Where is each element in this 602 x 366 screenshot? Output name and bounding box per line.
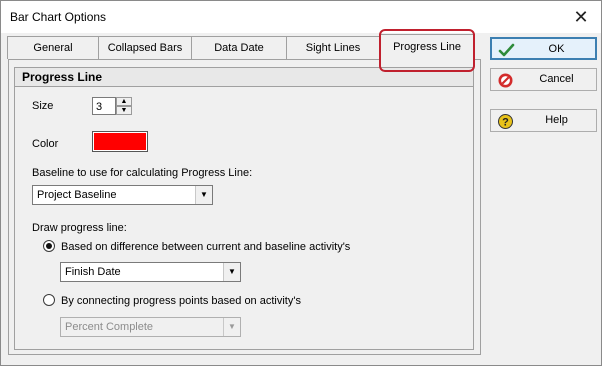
- color-swatch[interactable]: [94, 133, 146, 150]
- close-icon[interactable]: ✕: [569, 5, 593, 29]
- chevron-down-icon[interactable]: ▼: [223, 263, 240, 281]
- svg-text:?: ?: [502, 117, 509, 129]
- title-bar: Bar Chart Options ✕: [1, 1, 601, 33]
- group-box: [14, 86, 474, 350]
- spin-up-icon[interactable]: ▲: [116, 97, 132, 106]
- chevron-down-icon[interactable]: ▼: [195, 186, 212, 204]
- size-spinner[interactable]: 3 ▲ ▼: [92, 97, 133, 117]
- tab-sight-lines[interactable]: Sight Lines: [286, 36, 380, 59]
- chevron-down-icon: ▼: [223, 318, 240, 336]
- radio-connecting-points[interactable]: [43, 294, 55, 306]
- cancel-button[interactable]: Cancel: [490, 68, 597, 91]
- size-input[interactable]: 3: [92, 97, 116, 115]
- help-icon: ?: [498, 114, 513, 129]
- checkmark-icon: [498, 43, 515, 57]
- radio-based-on-difference-label[interactable]: Based on difference between current and …: [61, 241, 350, 253]
- tab-progress-line[interactable]: Progress Line: [379, 34, 475, 60]
- draw-progress-label: Draw progress line:: [32, 222, 127, 234]
- radio-based-on-difference[interactable]: [43, 240, 55, 252]
- baseline-select-value: Project Baseline: [37, 189, 117, 201]
- finish-date-select[interactable]: Finish Date ▼: [60, 262, 241, 282]
- size-label: Size: [32, 100, 54, 112]
- percent-complete-select-value: Percent Complete: [65, 321, 154, 333]
- percent-complete-select: Percent Complete ▼: [60, 317, 241, 337]
- group-title: Progress Line: [14, 67, 474, 87]
- tab-collapsed-bars[interactable]: Collapsed Bars: [98, 36, 192, 59]
- tab-general[interactable]: General: [7, 36, 99, 59]
- dialog-title: Bar Chart Options: [10, 10, 107, 24]
- finish-date-select-value: Finish Date: [65, 266, 121, 278]
- baseline-select[interactable]: Project Baseline ▼: [32, 185, 213, 205]
- tab-data-date[interactable]: Data Date: [191, 36, 287, 59]
- help-button[interactable]: ? Help: [490, 109, 597, 132]
- ok-button-label: OK: [548, 43, 565, 55]
- spin-down-icon[interactable]: ▼: [116, 106, 132, 115]
- tab-panel: Progress Line: [8, 59, 481, 355]
- baseline-label: Baseline to use for calculating Progress…: [32, 167, 253, 179]
- radio-connecting-points-label[interactable]: By connecting progress points based on a…: [61, 295, 301, 307]
- color-label: Color: [32, 138, 59, 150]
- cancel-icon: [498, 73, 513, 88]
- ok-button[interactable]: OK: [490, 37, 597, 60]
- help-button-label: Help: [545, 114, 568, 126]
- color-picker[interactable]: [92, 131, 148, 152]
- tab-strip: General Collapsed Bars Data Date Sight L…: [7, 34, 479, 60]
- cancel-button-label: Cancel: [539, 73, 574, 85]
